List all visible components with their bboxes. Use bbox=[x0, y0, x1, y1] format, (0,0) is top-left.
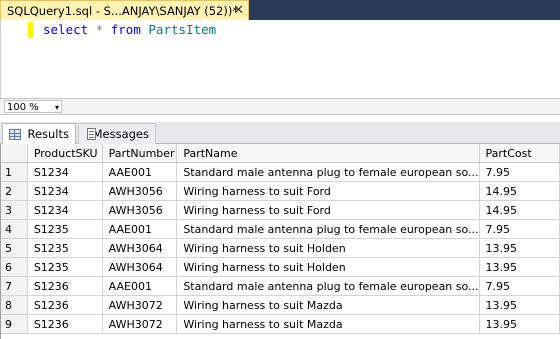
row-number[interactable]: 8 bbox=[1, 295, 28, 315]
table-row[interactable]: 9 S1236 AWH3072 Wiring harness to suit Mazd… bbox=[1, 314, 560, 334]
cell-productsku[interactable]: S1235 bbox=[27, 219, 103, 239]
grid-icon bbox=[9, 128, 22, 140]
cell-partcost[interactable]: 13.95 bbox=[479, 257, 560, 277]
column-header-partname[interactable]: PartName bbox=[176, 144, 480, 163]
tab-results[interactable]: Results bbox=[2, 123, 76, 144]
cell-productsku[interactable]: S1234 bbox=[27, 181, 103, 201]
cell-partname[interactable]: Wiring harness to suit Mazda bbox=[176, 295, 480, 315]
operator-star: * bbox=[95, 22, 104, 37]
cell-partcost[interactable]: 7.95 bbox=[479, 219, 560, 239]
cell-productsku[interactable]: S1234 bbox=[27, 162, 103, 182]
cell-partcost[interactable]: 14.95 bbox=[479, 181, 560, 201]
cell-partname[interactable]: Wiring harness to suit Holden bbox=[176, 257, 480, 277]
row-number[interactable]: 3 bbox=[1, 200, 28, 220]
chevron-down-icon[interactable]: ▾ bbox=[55, 101, 59, 114]
row-number[interactable]: 5 bbox=[1, 238, 28, 258]
cell-productsku[interactable]: S1235 bbox=[27, 257, 103, 277]
query-document-tab[interactable]: SQLQuery1.sql - S...ANJAY\SANJAY (52))* … bbox=[0, 0, 249, 20]
row-number[interactable]: 9 bbox=[1, 314, 28, 334]
cell-partnumber[interactable]: AAE001 bbox=[102, 162, 178, 182]
header-row: ProductSKU PartNumber PartName PartCost bbox=[1, 144, 560, 163]
cell-productsku[interactable]: S1236 bbox=[27, 276, 103, 296]
cell-partcost[interactable]: 14.95 bbox=[479, 200, 560, 220]
tab-messages-label: Messages bbox=[92, 127, 149, 141]
cell-partname[interactable]: Wiring harness to suit Ford bbox=[176, 181, 480, 201]
keyword-from: from bbox=[110, 22, 141, 37]
zoom-bar: 100 % ▾ bbox=[0, 98, 560, 115]
cell-partnumber[interactable]: AWH3056 bbox=[102, 200, 178, 220]
cell-partcost[interactable]: 7.95 bbox=[479, 162, 560, 182]
cell-partnumber[interactable]: AWH3064 bbox=[102, 257, 178, 277]
cell-productsku[interactable]: S1236 bbox=[27, 295, 103, 315]
cell-partcost[interactable]: 7.95 bbox=[479, 276, 560, 296]
zoom-value: 100 % bbox=[7, 102, 39, 113]
column-header-partcost[interactable]: PartCost bbox=[479, 144, 560, 163]
column-header-partnumber[interactable]: PartNumber bbox=[102, 144, 178, 163]
cell-partname[interactable]: Wiring harness to suit Mazda bbox=[176, 314, 480, 334]
splitter[interactable] bbox=[0, 115, 560, 122]
cell-partname[interactable]: Standard male antenna plug to female eur… bbox=[176, 276, 480, 296]
cell-partnumber[interactable]: AWH3072 bbox=[102, 314, 178, 334]
tab-messages[interactable]: Messages bbox=[78, 123, 156, 144]
query-editor[interactable]: select * from PartsItem bbox=[0, 20, 560, 98]
cell-partname[interactable]: Standard male antenna plug to female eur… bbox=[176, 219, 480, 239]
cell-partnumber[interactable]: AAE001 bbox=[102, 219, 178, 239]
row-number[interactable]: 4 bbox=[1, 219, 28, 239]
table-row[interactable]: 5 S1235 AWH3064 Wiring harness to suit Hold… bbox=[1, 238, 560, 258]
cell-partcost[interactable]: 13.95 bbox=[479, 295, 560, 315]
change-marker bbox=[28, 22, 33, 38]
table-row[interactable]: 2 S1234 AWH3056 Wiring harness to suit Ford… bbox=[1, 181, 560, 201]
row-number[interactable]: 2 bbox=[1, 181, 28, 201]
cell-partnumber[interactable]: AAE001 bbox=[102, 276, 178, 296]
table-row[interactable]: 1 S1234 AAE001 Standard male antenna plug t… bbox=[1, 162, 560, 182]
table-row[interactable]: 3 S1234 AWH3056 Wiring harness to suit Ford… bbox=[1, 200, 560, 220]
document-tab-strip: SQLQuery1.sql - S...ANJAY\SANJAY (52))* … bbox=[0, 0, 560, 20]
table-row[interactable]: 7 S1236 AAE001 Standard male antenna plug t… bbox=[1, 276, 560, 296]
row-number-header[interactable] bbox=[1, 144, 28, 163]
messages-icon bbox=[85, 127, 96, 141]
table-row[interactable]: 8 S1236 AWH3072 Wiring harness to suit Mazd… bbox=[1, 295, 560, 315]
zoom-dropdown[interactable]: 100 % ▾ bbox=[4, 100, 62, 113]
cell-partname[interactable]: Wiring harness to suit Ford bbox=[176, 200, 480, 220]
column-header-productsku[interactable]: ProductSKU bbox=[27, 144, 103, 163]
cell-partcost[interactable]: 13.95 bbox=[479, 238, 560, 258]
cell-partname[interactable]: Standard male antenna plug to female eur… bbox=[176, 162, 480, 182]
query-text[interactable]: select * from PartsItem bbox=[43, 22, 216, 38]
cell-partnumber[interactable]: AWH3056 bbox=[102, 181, 178, 201]
cell-productsku[interactable]: S1234 bbox=[27, 200, 103, 220]
cell-productsku[interactable]: S1236 bbox=[27, 314, 103, 334]
cell-productsku[interactable]: S1235 bbox=[27, 238, 103, 258]
close-icon[interactable]: ✕ bbox=[233, 3, 244, 18]
cell-partname[interactable]: Wiring harness to suit Holden bbox=[176, 238, 480, 258]
cell-partnumber[interactable]: AWH3064 bbox=[102, 238, 178, 258]
cell-partnumber[interactable]: AWH3072 bbox=[102, 295, 178, 315]
results-grid[interactable]: ProductSKU PartNumber PartName PartCost … bbox=[0, 144, 560, 339]
results-table: ProductSKU PartNumber PartName PartCost … bbox=[1, 144, 560, 334]
row-number[interactable]: 7 bbox=[1, 276, 28, 296]
cell-partcost[interactable]: 13.95 bbox=[479, 314, 560, 334]
results-tab-bar: Results Messages bbox=[0, 122, 560, 144]
table-row[interactable]: 4 S1235 AAE001 Standard male antenna plug t… bbox=[1, 219, 560, 239]
row-number[interactable]: 6 bbox=[1, 257, 28, 277]
keyword-select: select bbox=[43, 22, 89, 37]
row-number[interactable]: 1 bbox=[1, 162, 28, 182]
tab-results-label: Results bbox=[27, 127, 69, 141]
table-row[interactable]: 6 S1235 AWH3064 Wiring harness to suit Hold… bbox=[1, 257, 560, 277]
table-identifier: PartsItem bbox=[148, 22, 217, 37]
document-tab-title: SQLQuery1.sql - S...ANJAY\SANJAY (52))* bbox=[7, 3, 239, 18]
